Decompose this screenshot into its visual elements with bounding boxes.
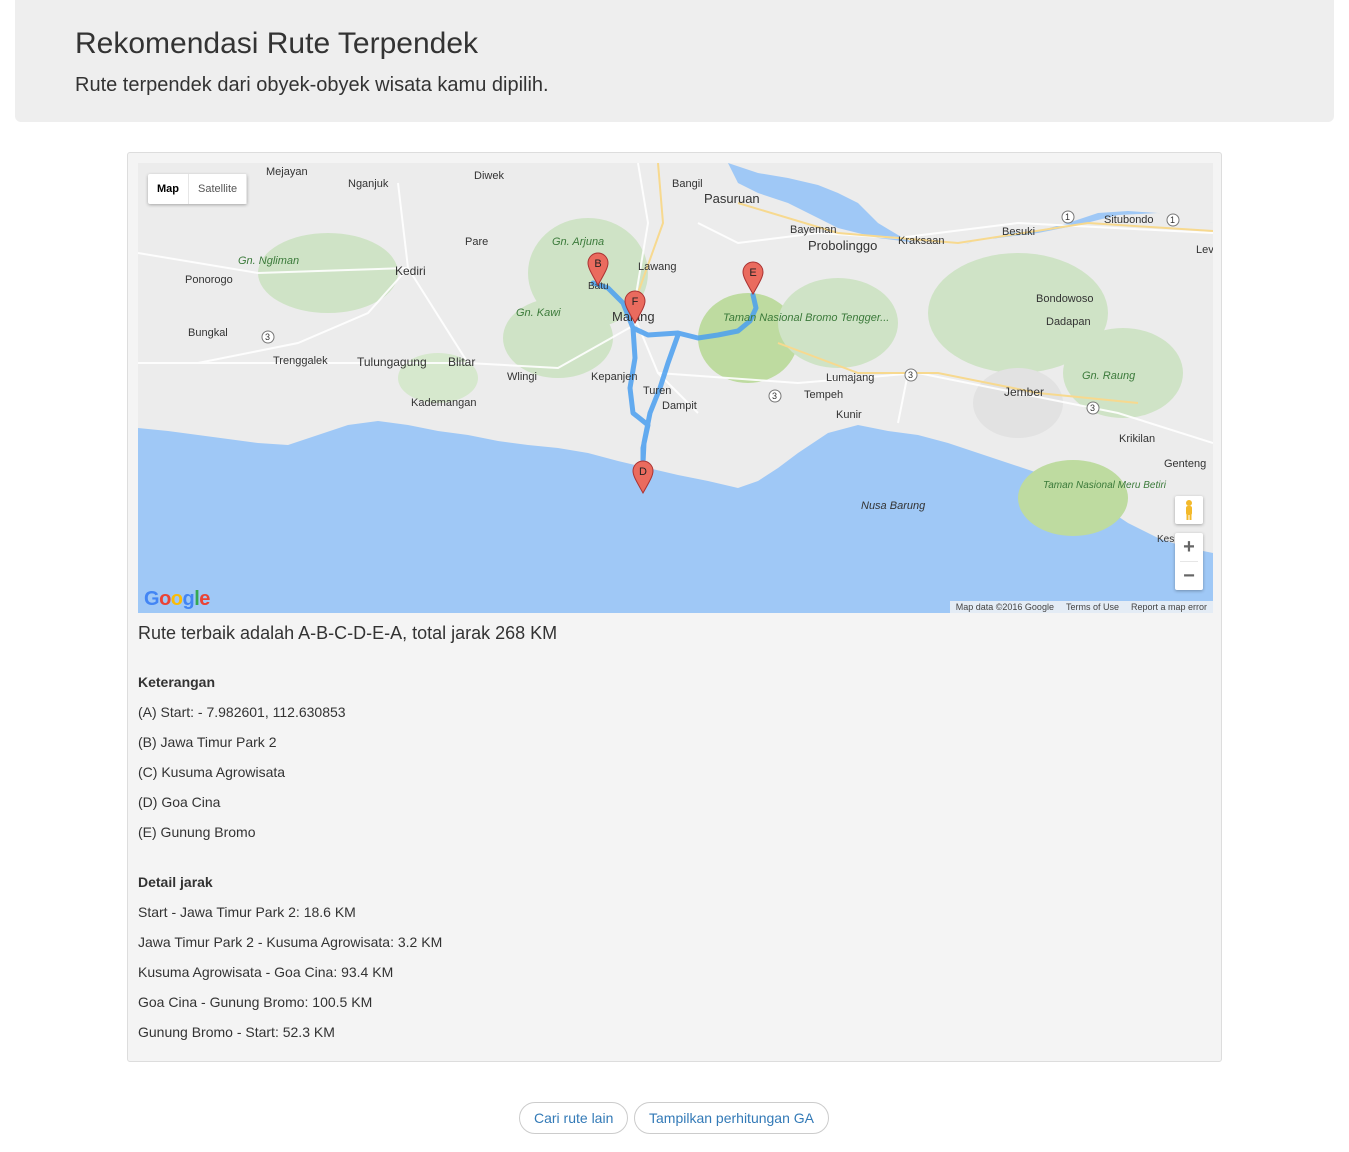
place-label: Krikilan [1119, 433, 1155, 445]
place-label: Tempeh [804, 389, 843, 401]
map-attribution: Map data ©2016 Google Terms of Use Repor… [949, 601, 1213, 613]
place-label: Kraksaan [898, 235, 944, 247]
result-panel: 3 3 3 3 1 1 Mejayan Nganjuk Diwek Bangil… [127, 152, 1222, 1062]
place-label: Jember [1004, 385, 1044, 399]
terms-of-use-link[interactable]: Terms of Use [1066, 601, 1119, 613]
place-label: Trenggalek [273, 355, 328, 367]
place-label: Dadapan [1046, 316, 1091, 328]
place-label: Bangil [672, 178, 703, 190]
place-label: Lawang [638, 261, 677, 273]
place-label: Genteng [1164, 458, 1206, 470]
place-label: Probolinggo [808, 238, 877, 253]
road-shield-label: 3 [908, 370, 913, 380]
detail-jarak-title: Detail jarak [138, 874, 213, 890]
svg-text:B: B [594, 258, 601, 270]
route-map[interactable]: 3 3 3 3 1 1 Mejayan Nganjuk Diwek Bangil… [138, 163, 1213, 613]
map-data-text: Map data ©2016 Google [955, 602, 1054, 612]
place-label: Wlingi [507, 371, 537, 383]
detail-jarak-item: Gunung Bromo - Start: 52.3 KM [138, 1024, 335, 1040]
google-logo[interactable]: Google [144, 588, 210, 611]
keterangan-item: (B) Jawa Timur Park 2 [138, 734, 277, 750]
place-label: Pare [465, 236, 488, 248]
road-shield-label: 3 [772, 391, 777, 401]
place-label: Taman Nasional Meru Betiri [1043, 480, 1167, 491]
map-canvas[interactable]: 3 3 3 3 1 1 Mejayan Nganjuk Diwek Bangil… [138, 163, 1213, 613]
place-label: Gn. Kawi [516, 307, 561, 319]
place-label: Turen [643, 385, 671, 397]
place-label: Lumajang [826, 372, 874, 384]
report-map-error-link[interactable]: Report a map error [1131, 601, 1207, 613]
map-type-control: Map Satellite [148, 174, 248, 204]
place-label: Taman Nasional Bromo Tengger... [723, 312, 889, 324]
svg-text:F: F [632, 296, 639, 308]
place-label: Mejayan [266, 166, 308, 178]
place-label: Kunir [836, 409, 862, 421]
zoom-out-button[interactable]: − [1175, 562, 1203, 590]
place-label: Kademangan [411, 397, 476, 409]
page-title: Rekomendasi Rute Terpendek [75, 27, 479, 60]
svg-text:D: D [639, 466, 647, 478]
page-header: Rekomendasi Rute Terpendek Rute terpende… [15, 0, 1334, 122]
place-label: Ponorogo [185, 274, 233, 286]
place-label: Diwek [474, 170, 504, 182]
urban-jember [973, 368, 1063, 438]
pegman-icon [1186, 500, 1192, 520]
road-shield-label: 3 [265, 332, 270, 342]
detail-jarak-item: Start - Jawa Timur Park 2: 18.6 KM [138, 904, 356, 920]
svg-text:E: E [749, 267, 756, 279]
map-type-satellite-button[interactable]: Satellite [189, 174, 248, 204]
keterangan-item: (D) Goa Cina [138, 794, 221, 810]
route-summary: Rute terbaik adalah A-B-C-D-E-A, total j… [138, 623, 558, 643]
place-label: Besuki [1002, 226, 1035, 238]
place-label: Gn. Arjuna [552, 236, 604, 248]
place-label: Nusa Barung [861, 500, 926, 512]
detail-jarak-item: Goa Cina - Gunung Bromo: 100.5 KM [138, 994, 373, 1010]
place-label: Gn. Ngliman [238, 255, 299, 267]
keterangan-item: (A) Start: - 7.982601, 112.630853 [138, 704, 346, 720]
tampilkan-perhitungan-ga-button[interactable]: Tampilkan perhitungan GA [634, 1102, 829, 1134]
marker-d[interactable]: D [632, 460, 654, 495]
place-label: Kepanjen [591, 371, 638, 383]
zoom-control: + − [1175, 533, 1203, 590]
road-shield-label: 1 [1065, 212, 1070, 222]
place-label: Bayeman [790, 224, 836, 236]
road-shield-label: 3 [1090, 403, 1095, 413]
detail-jarak-item: Jawa Timur Park 2 - Kusuma Agrowisata: 3… [138, 934, 443, 950]
place-label: Dampit [662, 400, 697, 412]
place-label: Gn. Raung [1082, 370, 1136, 382]
keterangan-title: Keterangan [138, 674, 216, 690]
place-label: Blitar [448, 355, 475, 369]
map-type-map-button[interactable]: Map [148, 174, 189, 204]
page-subtitle: Rute terpendek dari obyek-obyek wisata k… [75, 74, 549, 96]
keterangan-item: (E) Gunung Bromo [138, 824, 256, 840]
detail-jarak-item: Kusuma Agrowisata - Goa Cina: 93.4 KM [138, 964, 394, 980]
place-label: Bungkal [188, 327, 228, 339]
place-label: Tulungagung [357, 355, 427, 369]
road-shield-label: 1 [1170, 215, 1175, 225]
place-label: Lev [1196, 244, 1213, 256]
place-label: Kediri [395, 264, 426, 278]
place-label: Nganjuk [348, 178, 389, 190]
forest-meru [1018, 460, 1128, 536]
keterangan-item: (C) Kusuma Agrowisata [138, 764, 286, 780]
cari-rute-lain-button[interactable]: Cari rute lain [519, 1102, 629, 1134]
place-label: Bondowoso [1036, 293, 1094, 305]
place-label: Pasuruan [704, 191, 760, 206]
street-view-pegman[interactable] [1175, 496, 1203, 524]
place-label: Situbondo [1104, 214, 1154, 226]
zoom-in-button[interactable]: + [1175, 533, 1203, 561]
